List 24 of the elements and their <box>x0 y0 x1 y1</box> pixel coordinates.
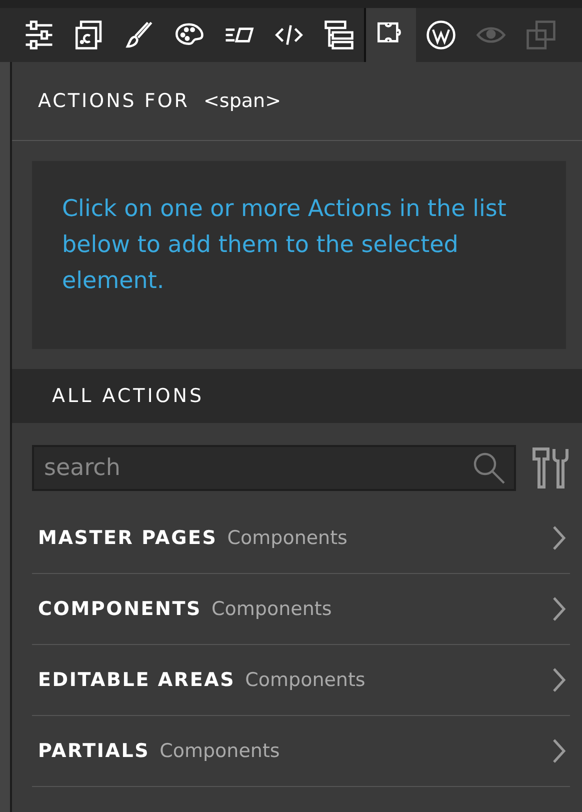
action-group[interactable]: EDITABLE AREAS Components <box>32 645 570 716</box>
group-name: MASTER PAGES <box>38 527 218 549</box>
tools-icon[interactable] <box>530 446 570 490</box>
chevron-right-icon <box>552 525 566 551</box>
group-name: PARTIALS <box>38 740 150 762</box>
search-field[interactable]: search <box>32 445 516 491</box>
chevron-right-icon <box>552 738 566 764</box>
section-title: ALL ACTIONS <box>52 385 204 407</box>
chevron-right-icon <box>552 596 566 622</box>
group-category: Components <box>160 740 280 762</box>
puzzle-icon[interactable] <box>366 8 416 62</box>
group-category: Components <box>212 598 332 620</box>
panel-title: ACTIONS FOR <box>38 90 190 112</box>
action-group[interactable]: PARTIALS Components <box>32 716 570 787</box>
group-name: COMPONENTS <box>38 598 202 620</box>
hint-text: Click on one or more Actions in the list below to add them to the selected element. <box>62 195 508 296</box>
group-category: Components <box>245 669 366 691</box>
action-group[interactable]: MASTER PAGES Components <box>32 503 570 574</box>
group-category: Components <box>227 527 348 549</box>
search-icon <box>472 451 506 485</box>
element-tag: <span> <box>204 90 281 112</box>
action-group[interactable]: COMPONENTS Components <box>32 574 570 645</box>
group-name: EDITABLE AREAS <box>38 669 236 691</box>
chevron-right-icon <box>552 667 566 693</box>
